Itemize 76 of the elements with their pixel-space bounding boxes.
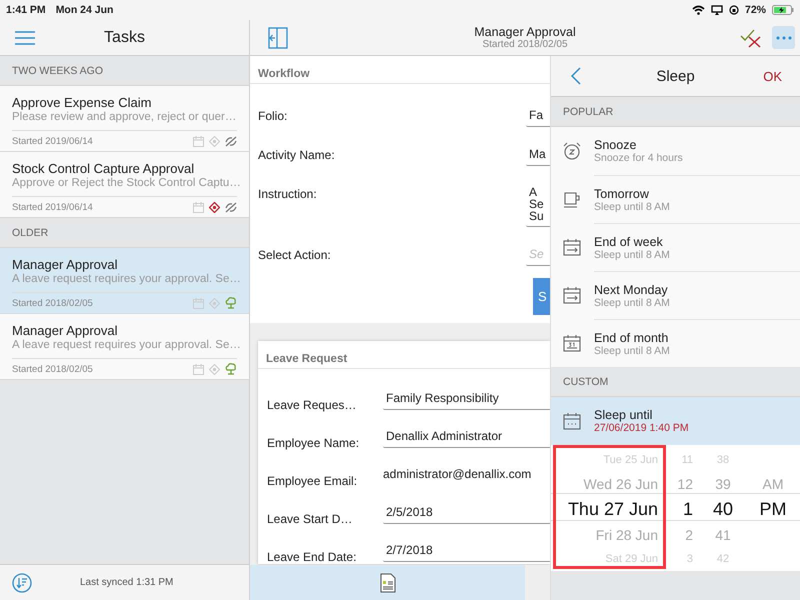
task-description: A leave request requires your approval. Se… bbox=[12, 339, 237, 351]
field-label: Activity Name: bbox=[258, 147, 336, 162]
panel-title: Sleep bbox=[656, 68, 695, 84]
field-value: administrator@denallix.com bbox=[383, 466, 532, 483]
task-start-date: Started 2019/06/14 bbox=[12, 202, 93, 212]
task-description: Please review and approve, reject or quer… bbox=[12, 111, 237, 123]
selected-date-time: 27/06/2019 1:40 PM bbox=[594, 422, 690, 434]
task-title: Manager Approval bbox=[474, 25, 576, 39]
option-description: Snooze for 4 hours bbox=[594, 152, 684, 164]
more-icon bbox=[776, 36, 792, 40]
picker-value[interactable]: 40 bbox=[712, 496, 734, 523]
picker-value[interactable]: 1 bbox=[682, 496, 693, 523]
task-item[interactable]: Manager Approval A leave request requires your approval. Se… Started 2018/02/05 bbox=[0, 248, 249, 314]
task-start-date: Started 2018/02/05 bbox=[12, 364, 93, 374]
option-title: Snooze bbox=[594, 138, 638, 152]
task-item[interactable]: Manager Approval A leave request requires your approval. Se… Started 2018/02/05 bbox=[0, 314, 249, 380]
back-icon[interactable] bbox=[571, 67, 581, 85]
task-title: Approve Expense Claim bbox=[12, 95, 152, 110]
option-title: End of month bbox=[594, 330, 670, 344]
option-title: Tomorrow bbox=[594, 186, 650, 200]
option-description: Sleep until 8 AM bbox=[594, 248, 671, 260]
option-title: End of week bbox=[594, 234, 664, 248]
calendar-icon bbox=[563, 412, 581, 430]
menu-icon[interactable] bbox=[15, 30, 35, 44]
task-title: Manager Approval bbox=[12, 257, 119, 272]
calendar-icon bbox=[193, 364, 204, 374]
alarm-clock-icon bbox=[563, 142, 581, 160]
cup-icon bbox=[563, 190, 581, 208]
calendar-icon bbox=[563, 286, 581, 304]
lock-rotation-icon bbox=[728, 5, 739, 15]
status-time: 1:41 PM bbox=[6, 4, 46, 16]
task-start-date: Started 2019/06/14 bbox=[12, 136, 93, 146]
task-start-date: Started 2018/02/05 bbox=[12, 298, 93, 308]
calendar-icon bbox=[563, 334, 581, 352]
document-icon[interactable] bbox=[380, 572, 396, 592]
collapse-sidebar-icon[interactable] bbox=[268, 26, 288, 48]
more-button[interactable] bbox=[772, 26, 795, 49]
calendar-icon bbox=[193, 136, 204, 146]
screen-icon bbox=[710, 5, 723, 15]
ok-button[interactable]: OK bbox=[763, 68, 782, 84]
task-description: Approve or Reject the Stock Control Captu… bbox=[12, 177, 237, 189]
option-title: Sleep until bbox=[594, 408, 654, 422]
calendar-icon bbox=[563, 238, 581, 256]
picker-value[interactable]: Thu 27 Jun bbox=[568, 496, 658, 523]
task-start-date: Started 2018/02/05 bbox=[481, 39, 569, 50]
card-heading: Workflow bbox=[250, 56, 550, 84]
field-label: Folio: bbox=[258, 108, 288, 123]
calendar-icon bbox=[193, 298, 204, 308]
option-description: Sleep until 8 AM bbox=[594, 344, 671, 356]
field-label: Leave Reques… bbox=[267, 397, 358, 412]
sort-icon[interactable] bbox=[12, 572, 32, 592]
field-label: Instruction: bbox=[258, 186, 318, 201]
task-item[interactable]: Approve Expense Claim Please review and approve, reject or quer… Started 2019/06/14 bbox=[0, 86, 249, 152]
task-title: Manager Approval bbox=[12, 323, 119, 338]
sleep-until-option[interactable]: Sleep until 27/06/2019 1:40 PM bbox=[551, 397, 800, 445]
calendar-icon bbox=[193, 202, 204, 212]
field-label: Select Action: bbox=[258, 247, 332, 262]
option-description: Sleep until 8 AM bbox=[594, 200, 671, 212]
field-label: Employee Name: bbox=[267, 435, 360, 450]
wifi-icon bbox=[692, 5, 705, 15]
task-description: A leave request requires your approval. Se… bbox=[12, 273, 237, 285]
field-label: Employee Email: bbox=[267, 473, 358, 488]
task-item[interactable]: Stock Control Capture Approval Approve or Reject the Stock Control Captu… Started 2019/06/14 bbox=[0, 152, 249, 218]
field-label: Leave Start D… bbox=[267, 511, 354, 526]
option-title: Next Monday bbox=[594, 282, 669, 296]
task-title: Stock Control Capture Approval bbox=[12, 161, 196, 176]
last-synced-text: Last synced 1:31 PM bbox=[80, 577, 174, 588]
status-date: Mon 24 Jun bbox=[56, 4, 114, 16]
card-heading: Leave Request bbox=[258, 341, 550, 369]
field-label: Leave End Date: bbox=[267, 549, 358, 564]
panel-title: Tasks bbox=[104, 28, 145, 46]
battery-percent: 72% bbox=[744, 4, 766, 16]
approve-reject-icon[interactable] bbox=[740, 28, 762, 48]
picker-value[interactable]: PM bbox=[760, 496, 786, 523]
battery-icon bbox=[772, 5, 794, 15]
option-description: Sleep until 8 AM bbox=[594, 296, 671, 308]
